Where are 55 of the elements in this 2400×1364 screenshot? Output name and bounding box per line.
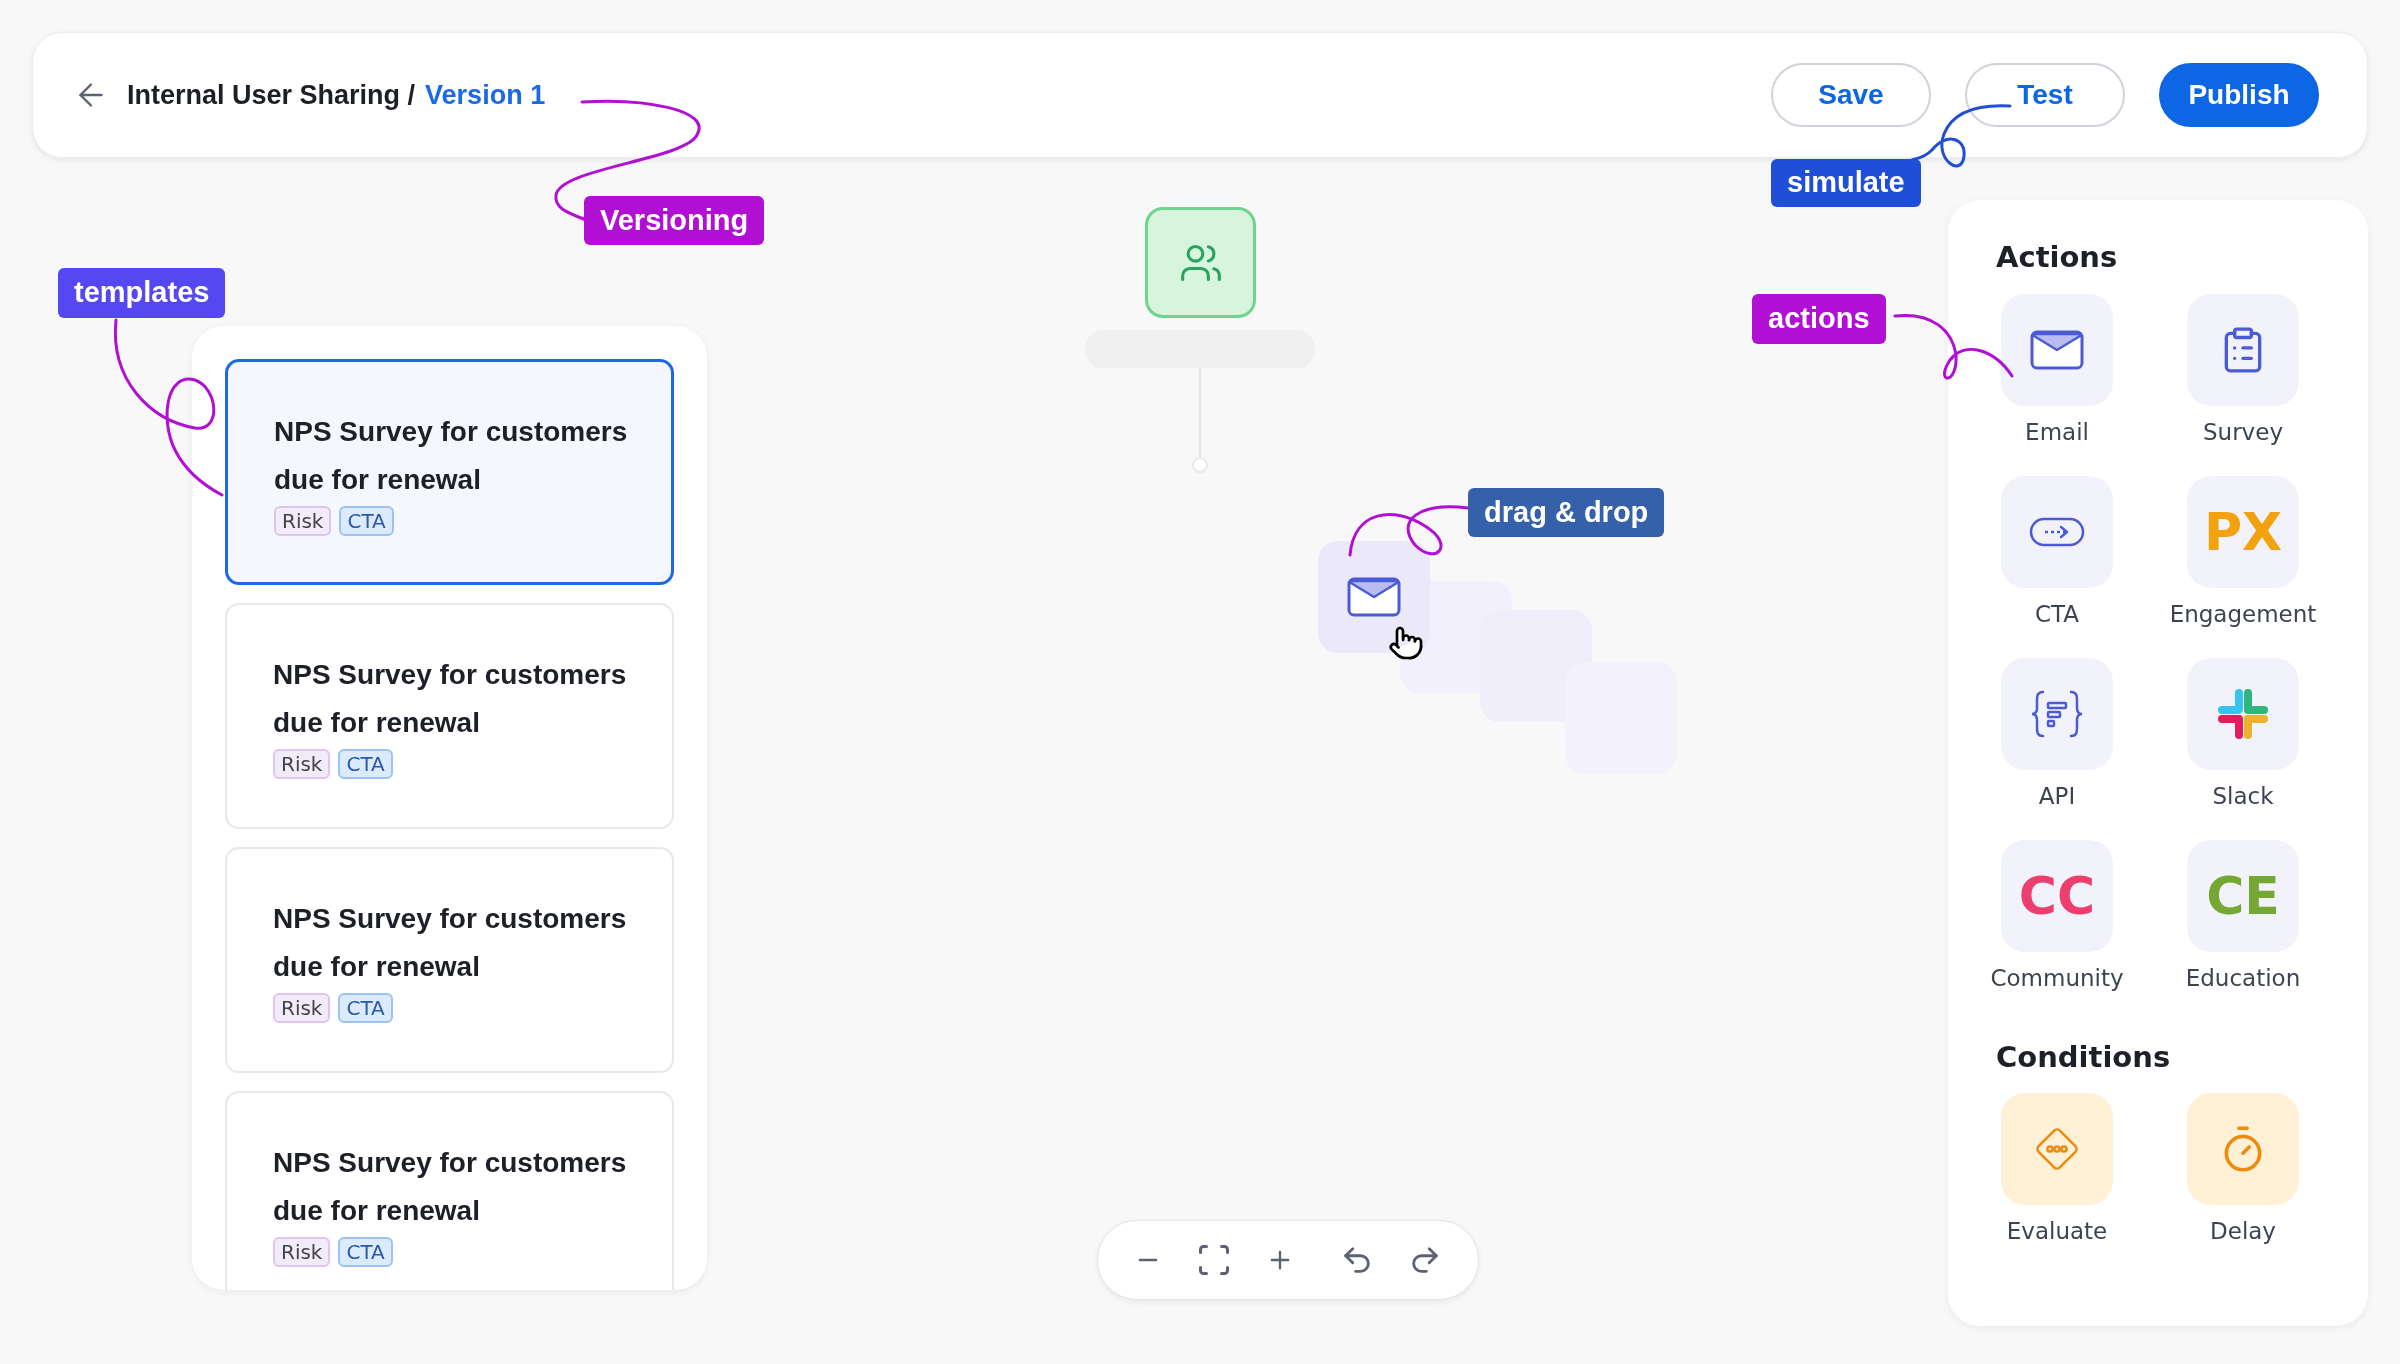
- outline-button[interactable]: Save: [1771, 63, 1931, 127]
- template-card[interactable]: NPS Survey for customers due for renewal Risk CTA: [225, 847, 674, 1073]
- tag: Risk: [273, 1237, 331, 1267]
- section-heading: Conditions: [1996, 1038, 2172, 1076]
- tile-label: Delay: [2210, 1217, 2276, 1246]
- action-tile[interactable]: [2001, 293, 2113, 406]
- version-link[interactable]: Version 1: [425, 74, 546, 116]
- monogram: CC: [2018, 869, 2096, 922]
- tag: CTA: [339, 506, 394, 536]
- monogram: CE: [2206, 869, 2280, 922]
- tile-label: API: [2038, 781, 2076, 811]
- template-title: NPS Survey for customers due for renewal: [273, 1146, 628, 1228]
- template-title: NPS Survey for customers due for renewal: [274, 415, 629, 497]
- template-title: NPS Survey for customers due for renewal: [273, 902, 628, 984]
- annotation-label: Versioning: [584, 196, 765, 245]
- annotation-label: actions: [1752, 294, 1886, 344]
- tag: CTA: [338, 1237, 393, 1267]
- tag: Risk: [274, 506, 332, 536]
- annotation-label: simulate: [1771, 159, 1921, 207]
- envelope-icon: [2030, 329, 2084, 370]
- annotation-label: templates: [58, 268, 226, 318]
- tile-label: CTA: [2034, 599, 2080, 629]
- annotation-label: drag & drop: [1468, 488, 1665, 537]
- tile-label: Engagement: [2169, 599, 2317, 629]
- template-card[interactable]: NPS Survey for customers due for renewal Risk CTA: [225, 359, 674, 585]
- envelope-icon: [1347, 577, 1401, 617]
- action-tile[interactable]: [2001, 1093, 2113, 1205]
- audience-node[interactable]: [1145, 207, 1256, 318]
- tile-label: Education: [2185, 963, 2301, 993]
- tag: CTA: [338, 749, 393, 779]
- page-title: Internal User Sharing /: [127, 78, 416, 112]
- monogram: PX: [2203, 505, 2283, 558]
- tile-label: Community: [1990, 963, 2124, 993]
- action-tile[interactable]: [2001, 657, 2113, 770]
- action-tile[interactable]: [2187, 293, 2299, 406]
- publish-button[interactable]: Publish: [2159, 63, 2319, 127]
- arrow-pill-icon: [2029, 515, 2085, 548]
- action-tile[interactable]: CC: [2001, 839, 2113, 952]
- template-card[interactable]: NPS Survey for customers due for renewal Risk CTA: [225, 603, 674, 829]
- tile-label: Email: [2025, 417, 2089, 447]
- template-card[interactable]: NPS Survey for customers due for renewal Risk CTA: [225, 1091, 674, 1290]
- tag: CTA: [338, 993, 393, 1023]
- outline-button[interactable]: Test: [1965, 63, 2125, 127]
- hash-logo-icon: [2216, 686, 2270, 741]
- tag: Risk: [273, 993, 331, 1023]
- template-title: NPS Survey for customers due for renewal: [273, 658, 628, 740]
- action-tile[interactable]: [2001, 475, 2113, 588]
- tile-label: Evaluate: [2006, 1217, 2108, 1246]
- tile-label: Slack: [2212, 781, 2274, 811]
- action-tile[interactable]: [2187, 1093, 2299, 1205]
- tile-label: Survey: [2203, 417, 2283, 447]
- section-heading: Actions: [1996, 239, 2119, 276]
- action-tile[interactable]: [2187, 657, 2299, 770]
- tag: Risk: [273, 749, 331, 779]
- dragged-email-tile[interactable]: [1318, 541, 1430, 653]
